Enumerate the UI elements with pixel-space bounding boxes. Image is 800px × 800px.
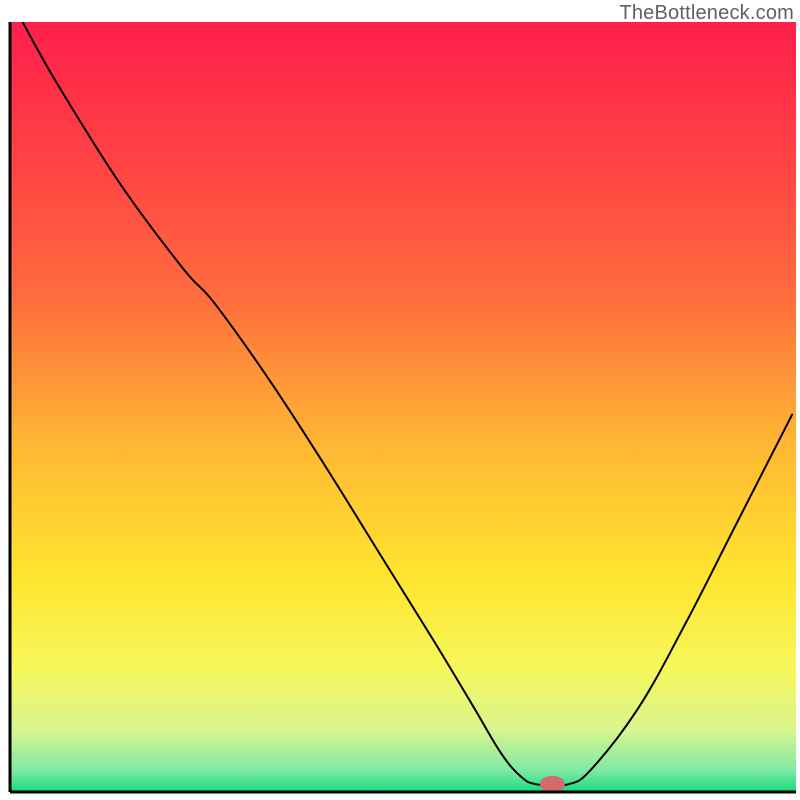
gradient-background bbox=[10, 22, 796, 792]
chart-container: TheBottleneck.com bbox=[0, 0, 800, 800]
optimal-point-marker bbox=[540, 776, 565, 793]
bottleneck-chart bbox=[0, 0, 800, 800]
watermark-text: TheBottleneck.com bbox=[619, 2, 794, 25]
